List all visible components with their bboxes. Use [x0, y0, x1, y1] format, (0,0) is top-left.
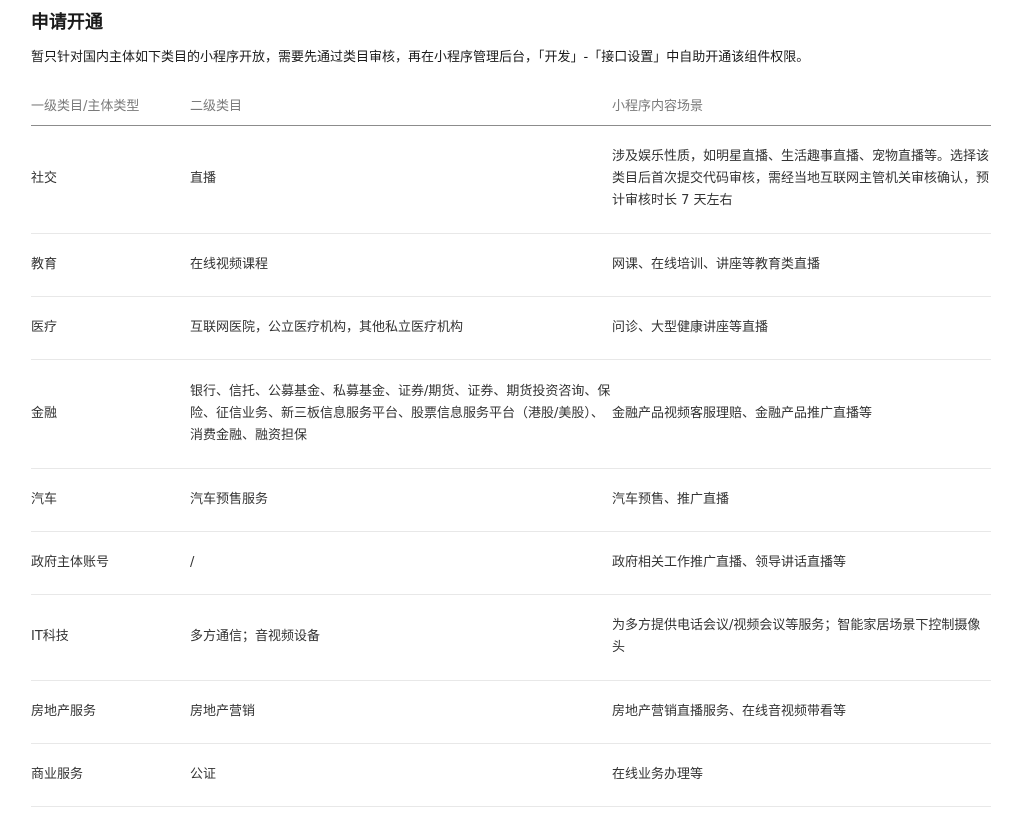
header-subcategory: 二级类目 — [190, 84, 612, 126]
table-row: 房地产服务 房地产营销 房地产营销直播服务、在线音视频带看等 — [31, 680, 991, 744]
table-row: 汽车 汽车预售服务 汽车预售、推广直播 — [31, 468, 991, 532]
page: 申请开通 暂只针对国内主体如下类目的小程序开放，需要先通过类目审核，再在小程序管… — [0, 0, 1012, 832]
table-row: 医疗 互联网医院，公立医疗机构，其他私立医疗机构 问诊、大型健康讲座等直播 — [31, 296, 991, 360]
cell-subcategory: 公证 — [190, 743, 612, 807]
cell-category: 政府主体账号 — [31, 531, 190, 595]
cell-subcategory: 银行、信托、公募基金、私募基金、证券/期货、证券、期货投资咨询、保险、征信业务、… — [190, 359, 612, 469]
table-header-row: 一级类目/主体类型 二级类目 小程序内容场景 — [31, 84, 991, 126]
cell-category: 商业服务 — [31, 743, 190, 807]
cell-scene: 房地产营销直播服务、在线音视频带看等 — [612, 680, 991, 744]
table-body: 社交 直播 涉及娱乐性质，如明星直播、生活趣事直播、宠物直播等。选择该类目后首次… — [31, 125, 991, 807]
cell-scene: 问诊、大型健康讲座等直播 — [612, 296, 991, 360]
cell-subcategory: 汽车预售服务 — [190, 468, 612, 532]
cell-category: 教育 — [31, 233, 190, 297]
cell-scene: 政府相关工作推广直播、领导讲话直播等 — [612, 531, 991, 595]
table-row: 商业服务 公证 在线业务办理等 — [31, 743, 991, 807]
page-description: 暂只针对国内主体如下类目的小程序开放，需要先通过类目审核，再在小程序管理后台，「… — [31, 50, 810, 65]
cell-subcategory: / — [190, 531, 612, 595]
cell-scene: 金融产品视频客服理赔、金融产品推广直播等 — [612, 359, 991, 469]
cell-subcategory: 直播 — [190, 125, 612, 234]
header-scene: 小程序内容场景 — [612, 84, 991, 126]
cell-subcategory: 在线视频课程 — [190, 233, 612, 297]
cell-category: 医疗 — [31, 296, 190, 360]
header-category: 一级类目/主体类型 — [31, 84, 190, 126]
category-table: 一级类目/主体类型 二级类目 小程序内容场景 社交 直播 涉及娱乐性质，如明星直… — [31, 84, 991, 807]
table-row: 金融 银行、信托、公募基金、私募基金、证券/期货、证券、期货投资咨询、保险、征信… — [31, 359, 991, 469]
cell-category: 汽车 — [31, 468, 190, 532]
cell-category: 社交 — [31, 125, 190, 234]
cell-scene: 为多方提供电话会议/视频会议等服务；智能家居场景下控制摄像头 — [612, 594, 991, 681]
table-header: 一级类目/主体类型 二级类目 小程序内容场景 — [31, 84, 991, 126]
cell-subcategory: 互联网医院，公立医疗机构，其他私立医疗机构 — [190, 296, 612, 360]
cell-category: 金融 — [31, 359, 190, 469]
cell-scene: 在线业务办理等 — [612, 743, 991, 807]
cell-category: IT科技 — [31, 594, 190, 681]
cell-category: 房地产服务 — [31, 680, 190, 744]
cell-subcategory: 房地产营销 — [190, 680, 612, 744]
table-row: 政府主体账号 / 政府相关工作推广直播、领导讲话直播等 — [31, 531, 991, 595]
cell-scene: 网课、在线培训、讲座等教育类直播 — [612, 233, 991, 297]
cell-subcategory: 多方通信；音视频设备 — [190, 594, 612, 681]
table-row: 社交 直播 涉及娱乐性质，如明星直播、生活趣事直播、宠物直播等。选择该类目后首次… — [31, 125, 991, 234]
table-row: IT科技 多方通信；音视频设备 为多方提供电话会议/视频会议等服务；智能家居场景… — [31, 594, 991, 681]
page-title: 申请开通 — [31, 12, 103, 33]
table-row: 教育 在线视频课程 网课、在线培训、讲座等教育类直播 — [31, 233, 991, 297]
cell-scene: 汽车预售、推广直播 — [612, 468, 991, 532]
cell-scene: 涉及娱乐性质，如明星直播、生活趣事直播、宠物直播等。选择该类目后首次提交代码审核… — [612, 125, 991, 234]
